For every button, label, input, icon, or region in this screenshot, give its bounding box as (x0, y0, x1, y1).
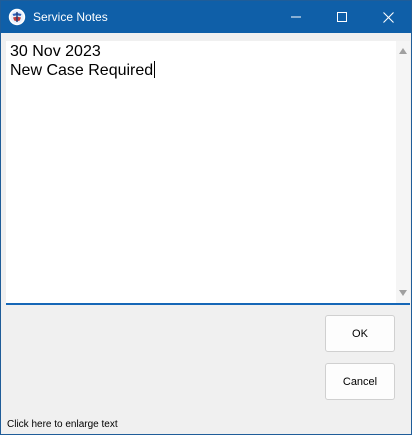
text-caret (154, 61, 156, 78)
title-bar[interactable]: Service Notes (1, 1, 411, 33)
window-title: Service Notes (33, 10, 108, 24)
scroll-up-button[interactable] (396, 44, 410, 58)
minimize-icon (291, 16, 301, 18)
maximize-icon (337, 12, 347, 22)
enlarge-text-link[interactable]: Click here to enlarge text (7, 419, 118, 430)
arrow-down-icon (399, 290, 407, 296)
notes-text-area[interactable]: 30 Nov 2023 New Case Required (6, 41, 410, 305)
vertical-scrollbar[interactable] (396, 41, 410, 303)
cancel-button[interactable]: Cancel (325, 363, 395, 400)
minimize-button[interactable] (273, 1, 319, 33)
scroll-down-button[interactable] (396, 286, 410, 300)
close-button[interactable] (365, 1, 411, 33)
close-icon (382, 11, 394, 23)
maximize-button[interactable] (319, 1, 365, 33)
app-logo-icon (8, 8, 26, 26)
ok-button[interactable]: OK (325, 315, 395, 352)
notes-value: 30 Nov 2023 New Case Required (10, 43, 154, 79)
notes-text[interactable]: 30 Nov 2023 New Case Required (10, 43, 392, 80)
arrow-up-icon (399, 48, 407, 54)
service-notes-window: Service Notes 30 Nov 2023 New Case Requi… (0, 0, 412, 435)
